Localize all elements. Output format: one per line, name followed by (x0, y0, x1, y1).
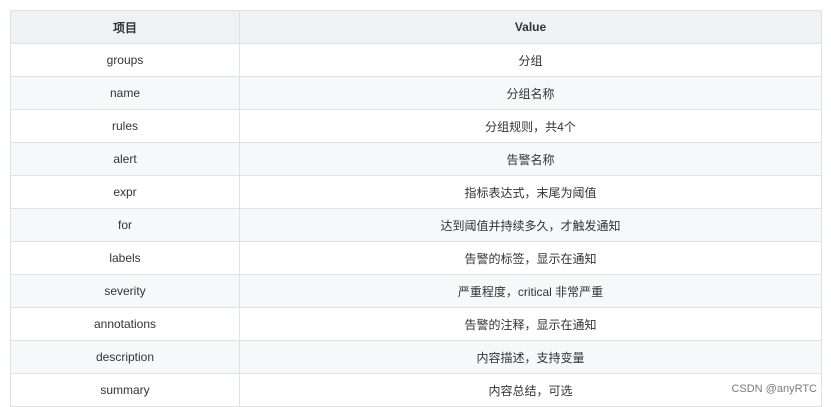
watermark: CSDN @anyRTC (729, 383, 819, 395)
table-row: severity 严重程度，critical 非常严重 (10, 274, 822, 308)
table-header: 项目 Value (10, 10, 822, 44)
table-row: name 分组名称 (10, 76, 822, 110)
header-value: Value (239, 10, 822, 44)
cell-value: 告警名称 (239, 142, 822, 176)
cell-key: for (10, 208, 240, 242)
header-row: 项目 Value (10, 10, 822, 44)
table-body: groups 分组 name 分组名称 rules 分组规则，共4个 alert… (10, 43, 822, 407)
cell-value: 分组规则，共4个 (239, 109, 822, 143)
cell-value: 分组 (239, 43, 822, 77)
cell-value: 达到阈值并持续多久，才触发通知 (239, 208, 822, 242)
cell-key: annotations (10, 307, 240, 341)
table-row: groups 分组 (10, 43, 822, 77)
table-row: alert 告警名称 (10, 142, 822, 176)
cell-key: rules (10, 109, 240, 143)
table-row: expr 指标表达式，末尾为阈值 (10, 175, 822, 209)
cell-key: severity (10, 274, 240, 308)
cell-value: 内容描述，支持变量 (239, 340, 822, 374)
cell-value: 告警的注释，显示在通知 (239, 307, 822, 341)
header-item: 项目 (10, 10, 240, 44)
cell-key: groups (10, 43, 240, 77)
table-row: description 内容描述，支持变量 (10, 340, 822, 374)
cell-value: 分组名称 (239, 76, 822, 110)
cell-value: 告警的标签，显示在通知 (239, 241, 822, 275)
cell-key: summary (10, 373, 240, 407)
table-row: labels 告警的标签，显示在通知 (10, 241, 822, 275)
cell-value: 指标表达式，末尾为阈值 (239, 175, 822, 209)
cell-key: description (10, 340, 240, 374)
cell-key: alert (10, 142, 240, 176)
cell-key: expr (10, 175, 240, 209)
config-table: 项目 Value groups 分组 name 分组名称 rules 分组规则，… (10, 10, 822, 407)
table-row: rules 分组规则，共4个 (10, 109, 822, 143)
table-row: for 达到阈值并持续多久，才触发通知 (10, 208, 822, 242)
cell-key: name (10, 76, 240, 110)
cell-key: labels (10, 241, 240, 275)
table-row: summary 内容总结，可选 (10, 373, 822, 407)
table-row: annotations 告警的注释，显示在通知 (10, 307, 822, 341)
cell-value: 严重程度，critical 非常严重 (239, 274, 822, 308)
config-table-container: 项目 Value groups 分组 name 分组名称 rules 分组规则，… (10, 10, 822, 407)
